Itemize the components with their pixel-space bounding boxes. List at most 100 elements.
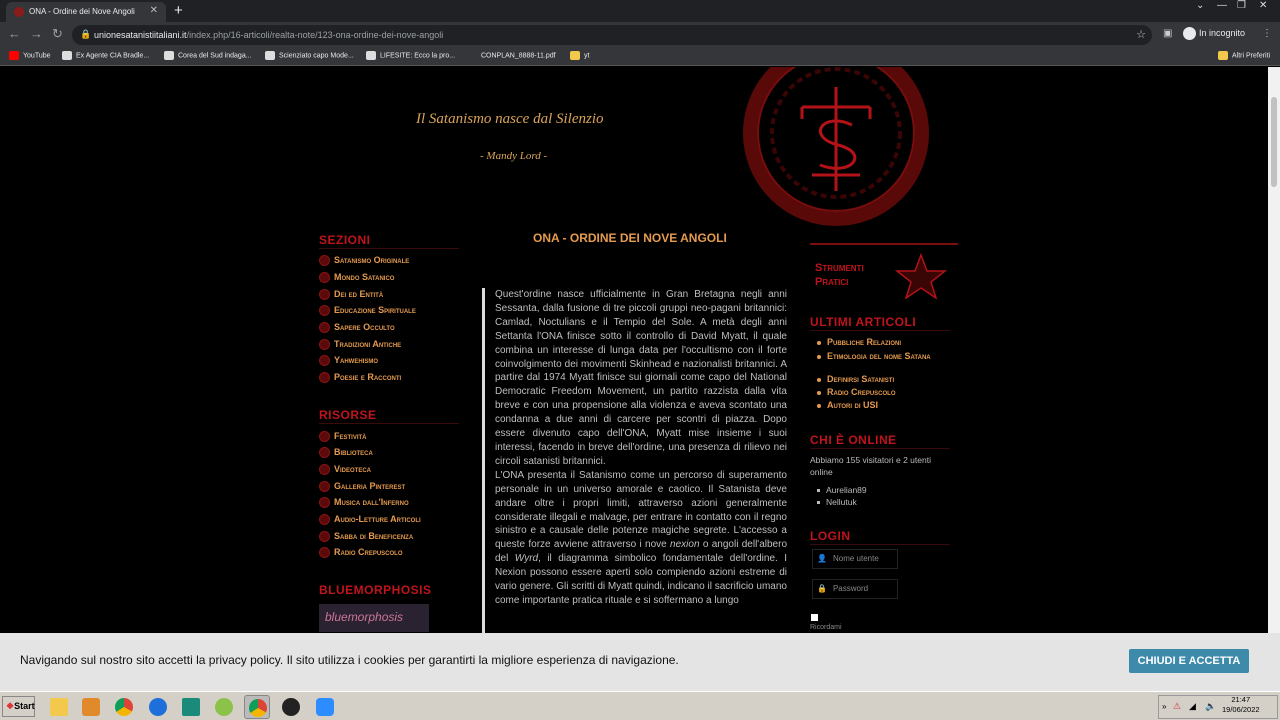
username-field[interactable]: 👤 Nome utente [812,549,898,569]
sidebar-item-radio-crepuscolo[interactable]: Radio Crepuscolo [319,547,403,559]
chrome-icon[interactable] [111,695,137,719]
bookmark-item[interactable]: Ex Agente CIA Bradle... [62,51,149,60]
bullet-icon [817,377,821,382]
sidebar-item-sapere-occulto[interactable]: Sapere Occulto [319,322,395,334]
volume-icon[interactable]: 🔈 [1205,701,1216,712]
back-arrow-icon[interactable]: ← [8,26,21,41]
pentagram-bullet-icon [319,272,330,284]
bookmark-star-icon[interactable]: ☆ [1136,28,1146,41]
app-icon[interactable] [178,695,204,719]
strumenti-pratici-banner[interactable]: Strumenti Pratici [810,243,958,299]
who-online-heading: CHI È ONLINE [810,433,897,447]
sidebar-item-mondo-satanico[interactable]: Mondo Satanico [319,272,394,284]
edge-icon[interactable] [145,695,171,719]
forward-arrow-icon[interactable]: → [30,26,43,41]
window-close-icon[interactable]: ✕ [1259,0,1267,11]
other-bookmarks[interactable]: Altri Preferiti [1218,51,1270,60]
scrollbar-thumb[interactable] [1271,97,1277,187]
bluemorphosis-banner[interactable]: bluemorphosis [319,604,429,632]
media-player-icon[interactable] [78,695,104,719]
sidebar-item-dei-entita[interactable]: Dei ed Entità [319,289,383,301]
url-field[interactable]: 🔒 unionesatanistiitaliani.it/index.php/1… [72,25,1152,45]
menu-kebab-icon[interactable]: ⋮ [1262,28,1272,39]
sidebar-item-galleria-pinterest[interactable]: Galleria Pinterest [319,481,405,493]
pentagram-bullet-icon [319,531,330,543]
url-host: unionesatanistiitaliani.it [94,30,187,40]
article-paragraph: Quest'ordine nasce ufficialmente in Gran… [495,289,787,467]
sidebar-item-musica-inferno[interactable]: Musica dall'Inferno [319,497,409,509]
chrome-active-icon[interactable] [244,695,270,719]
start-button[interactable]: ❖Start [2,696,35,717]
sidebar-item-sabba-beneficenza[interactable]: Sabba di Beneficenza [319,531,413,543]
password-field[interactable]: 🔒 Password [812,579,898,599]
side-panel-icon[interactable]: ▣ [1163,28,1172,39]
sidebar-item-festivita[interactable]: Festività [319,431,367,443]
sidebar-item-tradizioni-antiche[interactable]: Tradizioni Antiche [319,339,401,351]
folder-app-icon[interactable] [46,695,72,719]
sidebar-item-yahwehismo[interactable]: Yahwehismo [319,355,378,367]
pentagram-bullet-icon [319,547,330,559]
sidebar-item-satanismo-originale[interactable]: Satanismo Originale [319,255,409,267]
cookie-message: Navigando sul nostro sito accetti la pri… [20,653,679,667]
pentagram-bullet-icon [319,305,330,317]
incognito-label: In incognito [1199,27,1246,38]
pentagram-bullet-icon [319,339,330,351]
taskbar: ❖Start » ⚠ ◢ 🔈 21:47 19/06/2022 [0,691,1280,720]
pratici-label: Pratici [815,276,849,288]
security-icon[interactable]: ⚠ [1173,701,1181,712]
obs-icon[interactable] [278,695,304,719]
article-divider [482,288,485,633]
bookmark-youtube[interactable]: YouTube [9,51,51,60]
clock[interactable]: 21:47 19/06/2022 [1222,695,1260,715]
cookie-accept-button[interactable]: CHIUDI E ACCETTA [1129,649,1249,673]
online-stats: Abbiamo 155 visitatori e 2 utenti online [810,455,931,477]
divider [810,544,950,545]
pentagram-bullet-icon [319,322,330,334]
sidebar-item-educazione-spirituale[interactable]: Educazione Spirituale [319,305,416,317]
page-scrollbar[interactable] [1268,67,1280,633]
article-paragraph: L'ONA presenta il Satanismo come un perc… [495,469,788,606]
tray-chevron-icon[interactable]: » [1162,702,1166,711]
pentagram-bullet-icon [319,431,330,443]
app-icon[interactable] [211,695,237,719]
tab-close-icon[interactable]: ✕ [150,5,158,16]
latest-article-link[interactable]: Autori di USI [817,400,878,410]
reload-icon[interactable]: ↻ [52,26,63,42]
browser-tab[interactable]: ONA - Ordine dei Nove Angoli ✕ [6,2,166,22]
sidebar-item-biblioteca[interactable]: Biblioteca [319,447,373,459]
sidebar-item-poesie-racconti[interactable]: Poesie e Racconti [319,372,401,384]
bookmark-item[interactable]: Scienziato capo Mode... [265,51,354,60]
latest-article-link[interactable]: Radio Crepuscolo [817,387,896,397]
bluemorphosis-heading: BLUEMORPHOSIS [319,583,432,597]
divider [319,248,459,249]
latest-article-link[interactable]: Etimologia del nome Satana [817,350,947,362]
windows-logo-icon: ❖ [6,701,15,711]
tab-search-chevron-icon[interactable]: ⌄ [1196,0,1204,11]
minimize-icon[interactable]: — [1217,0,1227,11]
header-quote-author: - Mandy Lord - [480,150,548,162]
bookmark-folder-yt[interactable]: yt [570,51,589,60]
bullet-icon [817,501,820,505]
incognito-icon [1183,27,1196,40]
url-path: /index.php/16-articoli/realta-note/123-o… [186,30,444,40]
tab-title: ONA - Ordine dei Nove Angoli [29,7,135,16]
latest-article-link[interactable]: Definirsi Satanisti [817,374,894,384]
latest-article-link[interactable]: Pubbliche Relazioni [817,337,901,347]
remember-checkbox[interactable] [811,614,818,621]
incognito-indicator[interactable]: In incognito [1183,27,1245,40]
site-favicon-icon [14,7,24,17]
sidebar-item-audio-letture[interactable]: Audio-Letture Articoli [319,514,421,526]
new-tab-button[interactable]: + [174,2,183,19]
sidebar-item-videoteca[interactable]: Videoteca [319,464,371,476]
bookmark-item[interactable]: Corea del Sud indaga... [164,51,252,60]
bookmark-item[interactable]: CONPLAN_8888-11.pdf [467,51,556,60]
web-page: Il Satanismo nasce dal Silenzio - Mandy … [0,67,1268,633]
pentagram-bullet-icon [319,481,330,493]
restore-icon[interactable]: ❐ [1237,0,1246,11]
zoom-icon[interactable] [312,695,338,719]
latest-articles-heading: ULTIMI ARTICOLI [810,315,917,329]
network-icon[interactable]: ◢ [1189,701,1196,712]
strumenti-label: Strumenti [815,262,864,274]
page-icon [366,51,376,60]
bookmark-item[interactable]: LIFESITE: Ecco la pro... [366,51,455,60]
